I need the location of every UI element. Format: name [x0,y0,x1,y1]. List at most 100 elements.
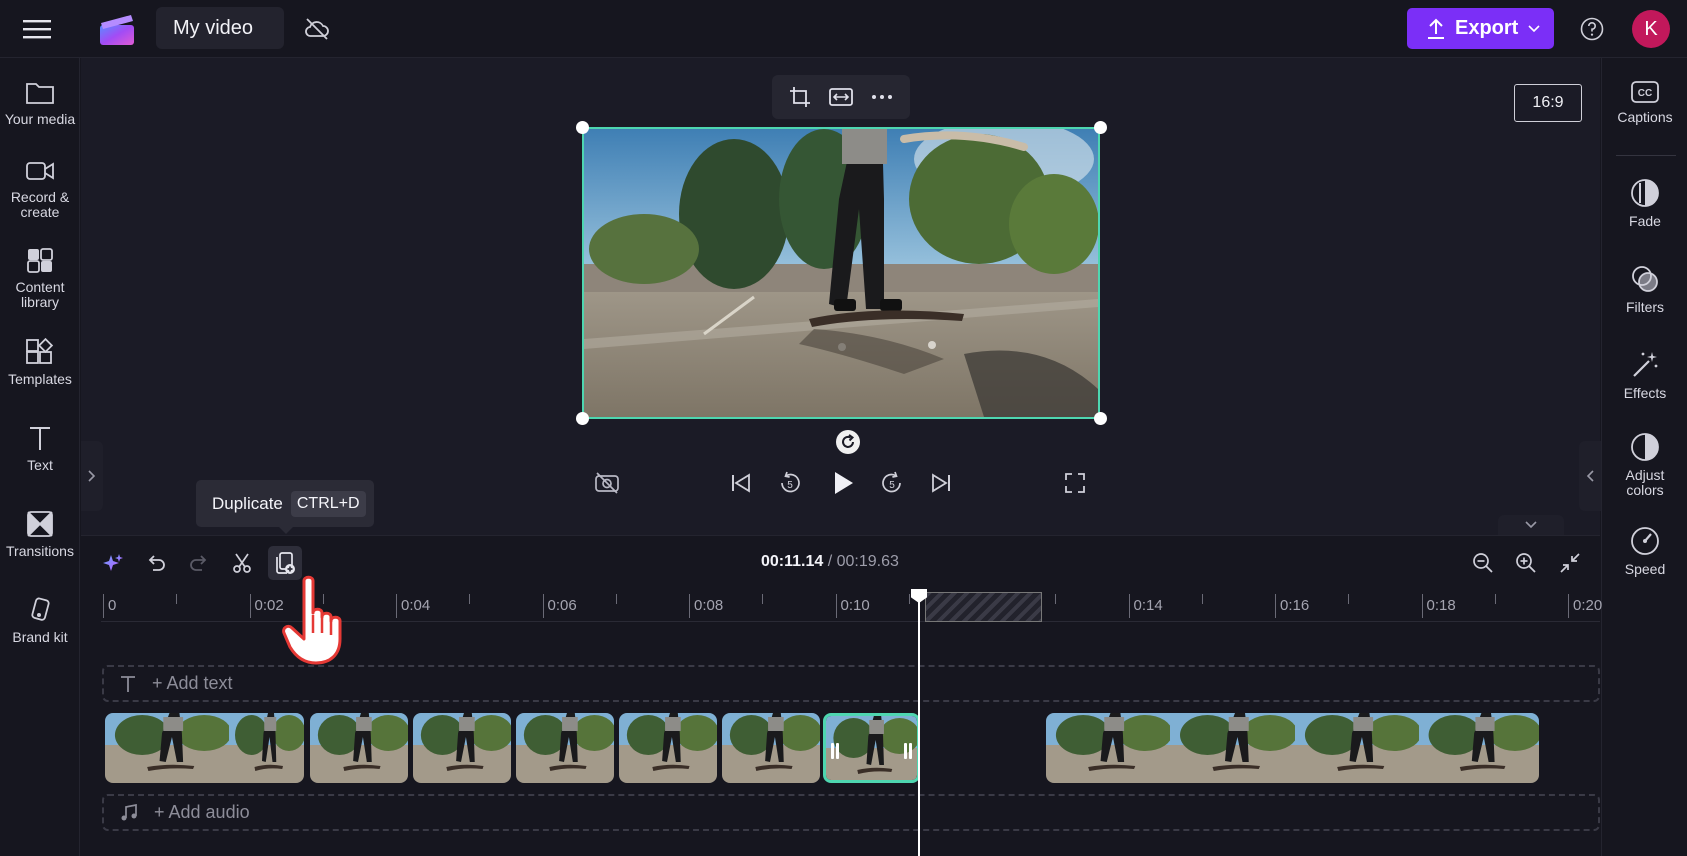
skip-to-end-icon[interactable] [924,466,958,500]
project-title[interactable]: My video [156,7,284,49]
content-library-icon [27,248,53,273]
ruler-label: 0:14 [1133,597,1163,614]
video-clip[interactable] [413,713,511,783]
playhead[interactable] [918,590,920,856]
sidebar-item-text[interactable]: Text [0,424,80,473]
captions-icon: CC [1631,81,1659,103]
resize-handle-top-left[interactable] [576,121,589,134]
undo-icon[interactable] [139,546,173,580]
sidebar-item-adjust-colors[interactable]: Adjust colors [1602,432,1687,498]
ruler-label: 0:18 [1426,597,1456,614]
gap-selection-marker [925,592,1042,622]
sidebar-item-captions[interactable]: CC Captions [1602,80,1687,125]
chevron-right-icon [88,470,96,482]
chevron-down-icon [1528,24,1540,32]
sidebar-item-label: Templates [8,371,72,387]
fullscreen-icon[interactable] [1058,466,1092,500]
ruler-major-tick [689,594,690,618]
add-text-track[interactable]: + Add text [102,665,1600,702]
sidebar-item-fade[interactable]: Fade [1602,178,1687,229]
expand-left-panel-button[interactable] [81,441,103,511]
camera-off-icon[interactable] [590,466,624,500]
rewind-5-icon[interactable]: 5 [773,466,807,500]
sidebar-item-label: Fade [1629,213,1661,229]
collapse-preview-button[interactable] [1498,515,1564,535]
ruler-label: 0:16 [1280,597,1310,614]
video-clip[interactable] [619,713,717,783]
fade-icon [1631,179,1659,207]
ruler-major-tick [249,594,251,618]
text-icon [30,427,50,450]
clip-thumbnail [105,713,229,783]
resize-handle-top-right[interactable] [1094,121,1107,134]
video-clip[interactable] [1046,713,1539,783]
video-preview[interactable] [582,127,1100,419]
ruler-minor-tick [762,594,764,604]
video-clip[interactable] [310,713,408,783]
sidebar-item-content-library[interactable]: Content library [0,246,80,310]
avatar[interactable]: K [1632,10,1670,48]
export-button[interactable]: Export [1407,8,1554,49]
split-scissors-icon[interactable] [225,546,259,580]
sidebar-item-label: Adjust colors [1625,467,1665,498]
fit-icon[interactable] [825,81,857,113]
cloud-off-icon[interactable] [300,12,334,46]
sidebar-item-effects[interactable]: Effects [1602,350,1687,401]
video-frame-image [584,129,1098,417]
sidebar-item-speed[interactable]: Speed [1602,526,1687,577]
sidebar-item-label: Captions [1617,109,1673,125]
expand-right-panel-button[interactable] [1579,441,1601,511]
clip-thumbnail [722,713,820,783]
crop-icon[interactable] [784,81,816,113]
sidebar-item-your-media[interactable]: Your media [0,78,80,127]
add-audio-track[interactable]: + Add audio [102,794,1600,831]
resize-handle-bottom-right[interactable] [1094,412,1107,425]
hamburger-menu-icon[interactable] [16,10,58,48]
sidebar-item-label: Filters [1625,299,1665,315]
svg-text:5: 5 [787,480,793,491]
help-icon[interactable] [1575,12,1609,46]
zoom-in-icon[interactable] [1509,546,1543,580]
video-clip[interactable] [722,713,820,783]
magic-sparkle-icon[interactable] [96,546,130,580]
video-clip[interactable] [105,713,304,783]
sidebar-item-filters[interactable]: Filters [1602,264,1687,315]
svg-text:CC: CC [1638,88,1652,99]
video-clip[interactable] [823,713,920,783]
templates-icon [26,338,54,364]
ruler-minor-tick [1201,594,1203,604]
speed-icon [1631,527,1659,555]
right-sidebar: CC Captions Fade Filters Effects Adjust … [1601,58,1687,856]
ruler-label: 0:20 [1573,597,1603,614]
trim-handle-right[interactable] [903,733,913,769]
clip-thumbnail [1419,713,1539,783]
ruler-major-tick [103,594,104,618]
sidebar-item-record-create[interactable]: Record & create [0,158,80,220]
clip-thumbnail [619,713,717,783]
zoom-out-icon[interactable] [1466,546,1500,580]
ruler-minor-tick [1494,594,1496,604]
sidebar-item-templates[interactable]: Templates [0,338,80,387]
current-time: 00:11.14 [761,553,824,570]
adjust-colors-icon [1631,433,1659,461]
aspect-ratio-button[interactable]: 16:9 [1514,84,1582,122]
resize-handle-bottom-left[interactable] [576,412,589,425]
video-clip[interactable] [516,713,614,783]
forward-5-icon[interactable]: 5 [875,466,909,500]
redo-icon[interactable] [182,546,216,580]
sidebar-item-transitions[interactable]: Transitions [0,510,80,559]
sidebar-item-brand-kit[interactable]: Brand kit [0,596,80,645]
text-icon [121,675,135,692]
fit-timeline-icon[interactable] [1553,546,1587,580]
chevron-down-icon [1525,521,1537,529]
play-icon[interactable] [826,466,860,500]
ruler-minor-tick [615,594,617,604]
ruler-major-tick [835,594,837,618]
trim-handle-left[interactable] [830,733,840,769]
top-bar: My video Export K [0,0,1687,58]
skip-to-start-icon[interactable] [724,466,758,500]
sidebar-divider [1616,155,1676,156]
rotate-icon[interactable] [836,430,860,454]
more-options-icon[interactable] [866,81,898,113]
ruler-label: 0:04 [401,597,431,614]
